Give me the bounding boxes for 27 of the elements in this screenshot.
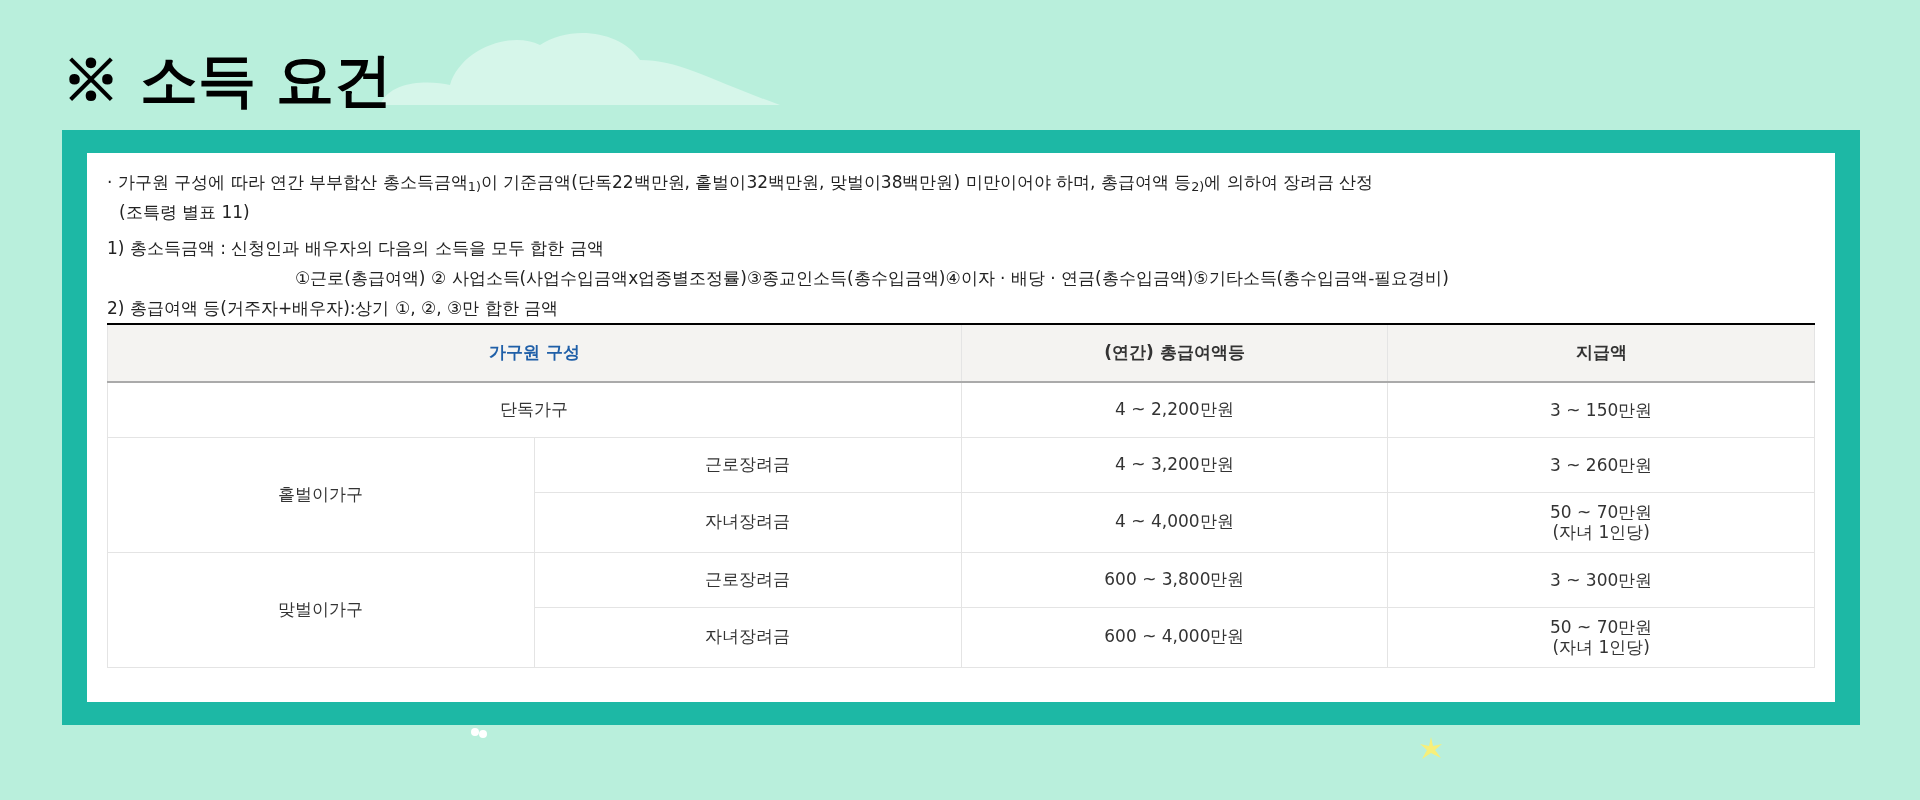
column-header: 지급액 [1387,324,1815,382]
page-title: ※ 소득 요건 [62,45,393,116]
footnote-detail: ①근로(총급여액) ② 사업소득(사업수입금액x업종별조정률)③종교인소득(총수입금액)④이자 · 배당 · 연금(총수입금액)⑤기타소득(총수입금액-필요경비) [294,267,1449,290]
table-cell: 600 ~ 3,800만원 [961,552,1388,607]
footnote-text: 1) 총소득금액 : 신청인과 배우자의 다음의 소득을 모두 합한 금액 [107,237,604,260]
table-cell: 홑벌이가구 [107,437,535,552]
column-header: (연간) 총급여액등 [961,324,1388,382]
table-cell: 4 ~ 2,200만원 [961,382,1388,437]
table-cell: 4 ~ 3,200만원 [961,437,1388,492]
table-cell: 단독가구 [107,382,961,437]
table-cell: 근로장려금 [534,437,961,492]
intro-text: · 가구원 구성에 따라 연간 부부합산 총소득금액$_{1)}$이 기준금액(단독22백만원, 홑벌이32백만원, 맞벌이38백만원) 미만이어야 하며, 총급여액 등$_{2)}$에 의하여 장려금 산정 [107,171,1374,197]
table-cell: 자녀장려금 [534,492,961,552]
intro-source: (조특령 별표 11) [118,201,250,224]
table-cell: 50 ~ 70만원 (자녀 1인당) [1387,607,1815,667]
table-cell: 50 ~ 70만원 (자녀 1인당) [1387,492,1815,552]
footnote-text: 2) 총급여액 등(거주자+배우자):상기 ①, ②, ③만 합한 금액 [107,297,559,320]
column-header: 가구원 구성 [107,324,961,382]
table-cell: 600 ~ 4,000만원 [961,607,1388,667]
table-cell: 3 ~ 300만원 [1387,552,1815,607]
table-cell: 근로장려금 [534,552,961,607]
star-icon [1418,736,1444,762]
table-cell: 맞벌이가구 [107,552,535,667]
table-cell: 4 ~ 4,000만원 [961,492,1388,552]
table-cell: 자녀장려금 [534,607,961,667]
table-cell: 3 ~ 150만원 [1387,382,1815,437]
table-cell: 3 ~ 260만원 [1387,437,1815,492]
